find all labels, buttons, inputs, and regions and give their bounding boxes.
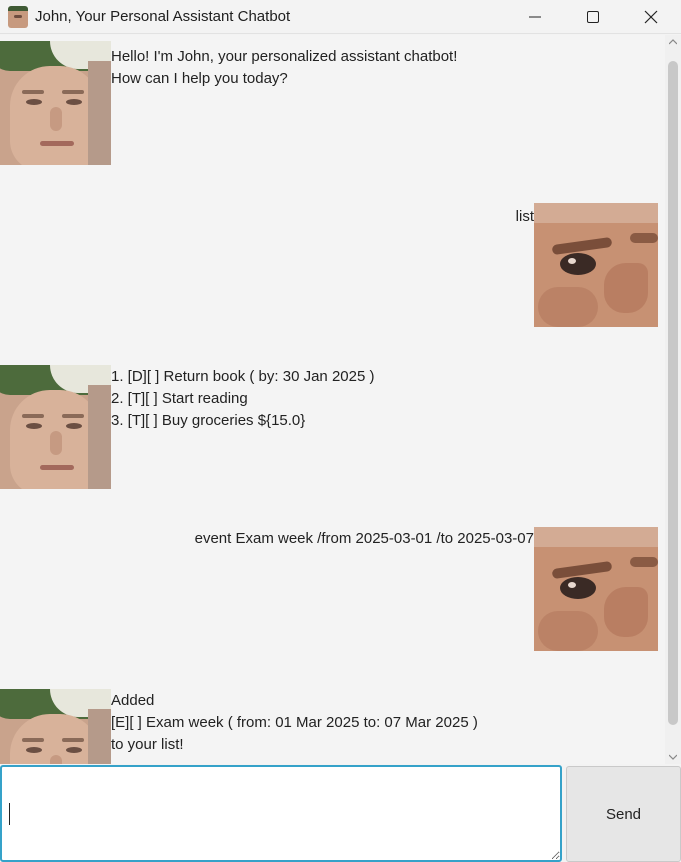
bot-message-text: Hello! I'm John, your personalized assis… bbox=[111, 48, 458, 87]
user-message-text: event Exam week /from 2025-03-01 /to 202… bbox=[194, 530, 534, 547]
maximize-icon bbox=[587, 11, 599, 23]
user-message-text: list bbox=[515, 208, 534, 225]
bot-message: Hello! I'm John, your personalized assis… bbox=[0, 41, 665, 165]
scroll-up-button[interactable] bbox=[665, 35, 681, 49]
scroll-down-button[interactable] bbox=[665, 750, 681, 764]
send-button[interactable]: Send bbox=[566, 766, 681, 862]
user-avatar bbox=[534, 203, 658, 327]
chevron-up-icon bbox=[669, 39, 677, 45]
bot-message: Added [E][ ] Exam week ( from: 01 Mar 20… bbox=[0, 689, 665, 764]
vertical-scrollbar[interactable] bbox=[665, 35, 681, 764]
close-button[interactable] bbox=[622, 0, 680, 34]
user-message: event Exam week /from 2025-03-01 /to 202… bbox=[0, 527, 665, 651]
minimize-button[interactable] bbox=[506, 0, 564, 34]
text-caret bbox=[9, 803, 10, 825]
title-bar: John, Your Personal Assistant Chatbot bbox=[0, 0, 681, 34]
app-avatar-icon bbox=[8, 6, 28, 28]
bot-message-text: 1. [D][ ] Return book ( by: 30 Jan 2025 … bbox=[111, 368, 375, 429]
bot-message: 1. [D][ ] Return book ( by: 30 Jan 2025 … bbox=[0, 365, 665, 489]
window-title: John, Your Personal Assistant Chatbot bbox=[35, 8, 291, 25]
bot-avatar bbox=[0, 365, 111, 489]
user-avatar bbox=[534, 527, 658, 651]
bot-avatar bbox=[0, 689, 111, 764]
close-icon bbox=[644, 10, 658, 24]
minimize-icon bbox=[529, 16, 541, 18]
scroll-thumb[interactable] bbox=[668, 61, 678, 725]
chevron-down-icon bbox=[669, 754, 677, 760]
bot-avatar bbox=[0, 41, 111, 165]
bot-message-text: Added [E][ ] Exam week ( from: 01 Mar 20… bbox=[111, 692, 478, 753]
message-input[interactable] bbox=[0, 765, 562, 862]
chat-scroll-area[interactable]: Hello! I'm John, your personalized assis… bbox=[0, 35, 665, 764]
user-message: list bbox=[0, 203, 665, 327]
maximize-button[interactable] bbox=[564, 0, 622, 34]
